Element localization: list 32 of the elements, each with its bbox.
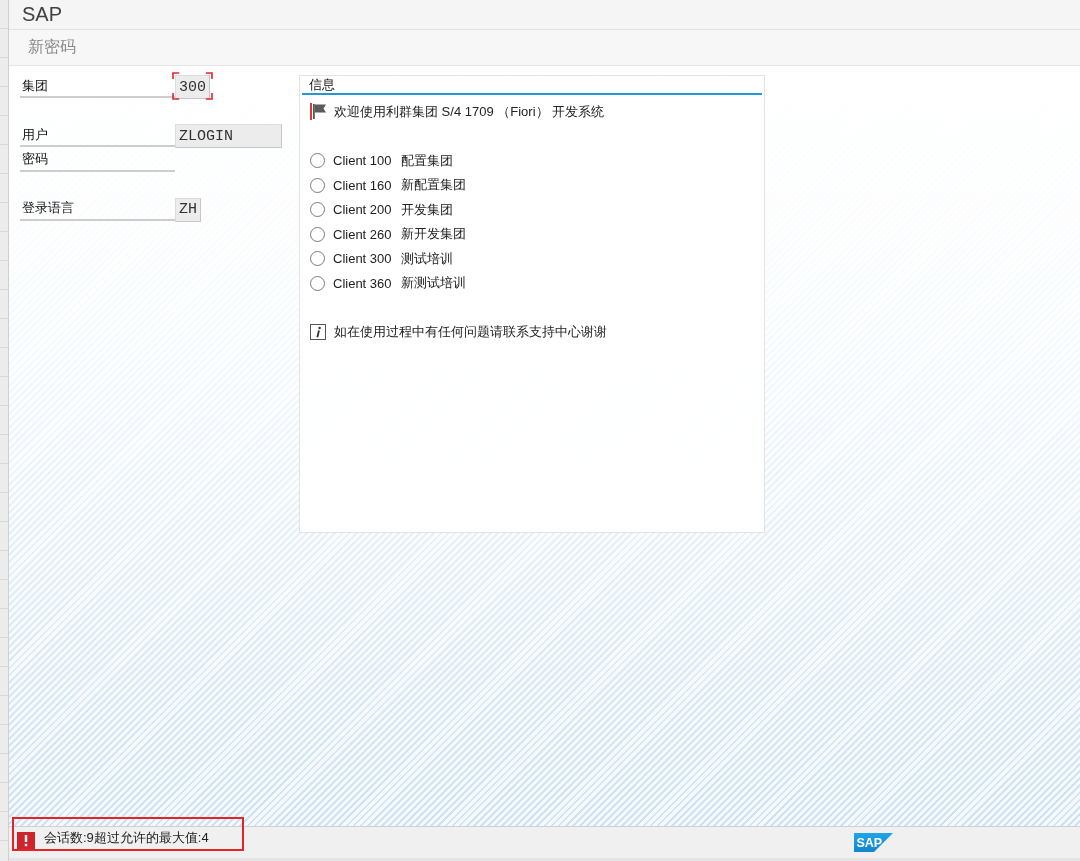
client-name: 新配置集团 xyxy=(400,176,466,195)
radio-button[interactable] xyxy=(310,251,325,267)
client-name: 新测试培训 xyxy=(400,274,466,293)
client-name: 开发集团 xyxy=(400,200,453,219)
client-number: Client 360 xyxy=(333,275,392,291)
client-number: Client 260 xyxy=(333,226,392,242)
error-icon xyxy=(17,832,35,849)
radio-button[interactable] xyxy=(310,153,325,169)
sap-logo: SAP xyxy=(854,833,893,852)
client-number: Client 300 xyxy=(333,251,392,267)
app-title: SAP xyxy=(22,3,63,26)
client-number: Client 200 xyxy=(333,202,392,218)
client-name: 测试培训 xyxy=(400,249,453,268)
panel-title: 信息 xyxy=(302,76,762,95)
flag-icon xyxy=(310,103,326,121)
radio-button[interactable] xyxy=(310,226,325,242)
welcome-message: 欢迎使用利群集团 S/4 1709 （Fiori） 开发系统 xyxy=(334,102,605,121)
radio-button[interactable] xyxy=(310,202,325,218)
support-note: 如在使用过程中有任何问题请联系支持中心谢谢 xyxy=(334,323,607,342)
screen-title: 新密码 xyxy=(28,37,76,57)
field-label: 密码 xyxy=(20,148,175,172)
client-name: 新开发集团 xyxy=(400,225,466,244)
client-name: 配置集团 xyxy=(400,151,453,170)
radio-button[interactable] xyxy=(310,275,325,291)
input-field[interactable]: 300 xyxy=(175,75,210,99)
input-field[interactable]: ZLOGIN xyxy=(175,124,282,148)
client-number: Client 160 xyxy=(333,177,392,193)
input-field[interactable]: ZH xyxy=(175,197,201,222)
status-message: 会话数:9超过允许的最大值:4 xyxy=(44,829,209,847)
info-icon xyxy=(310,324,326,341)
client-number: Client 100 xyxy=(333,153,392,169)
radio-button[interactable] xyxy=(310,177,325,193)
